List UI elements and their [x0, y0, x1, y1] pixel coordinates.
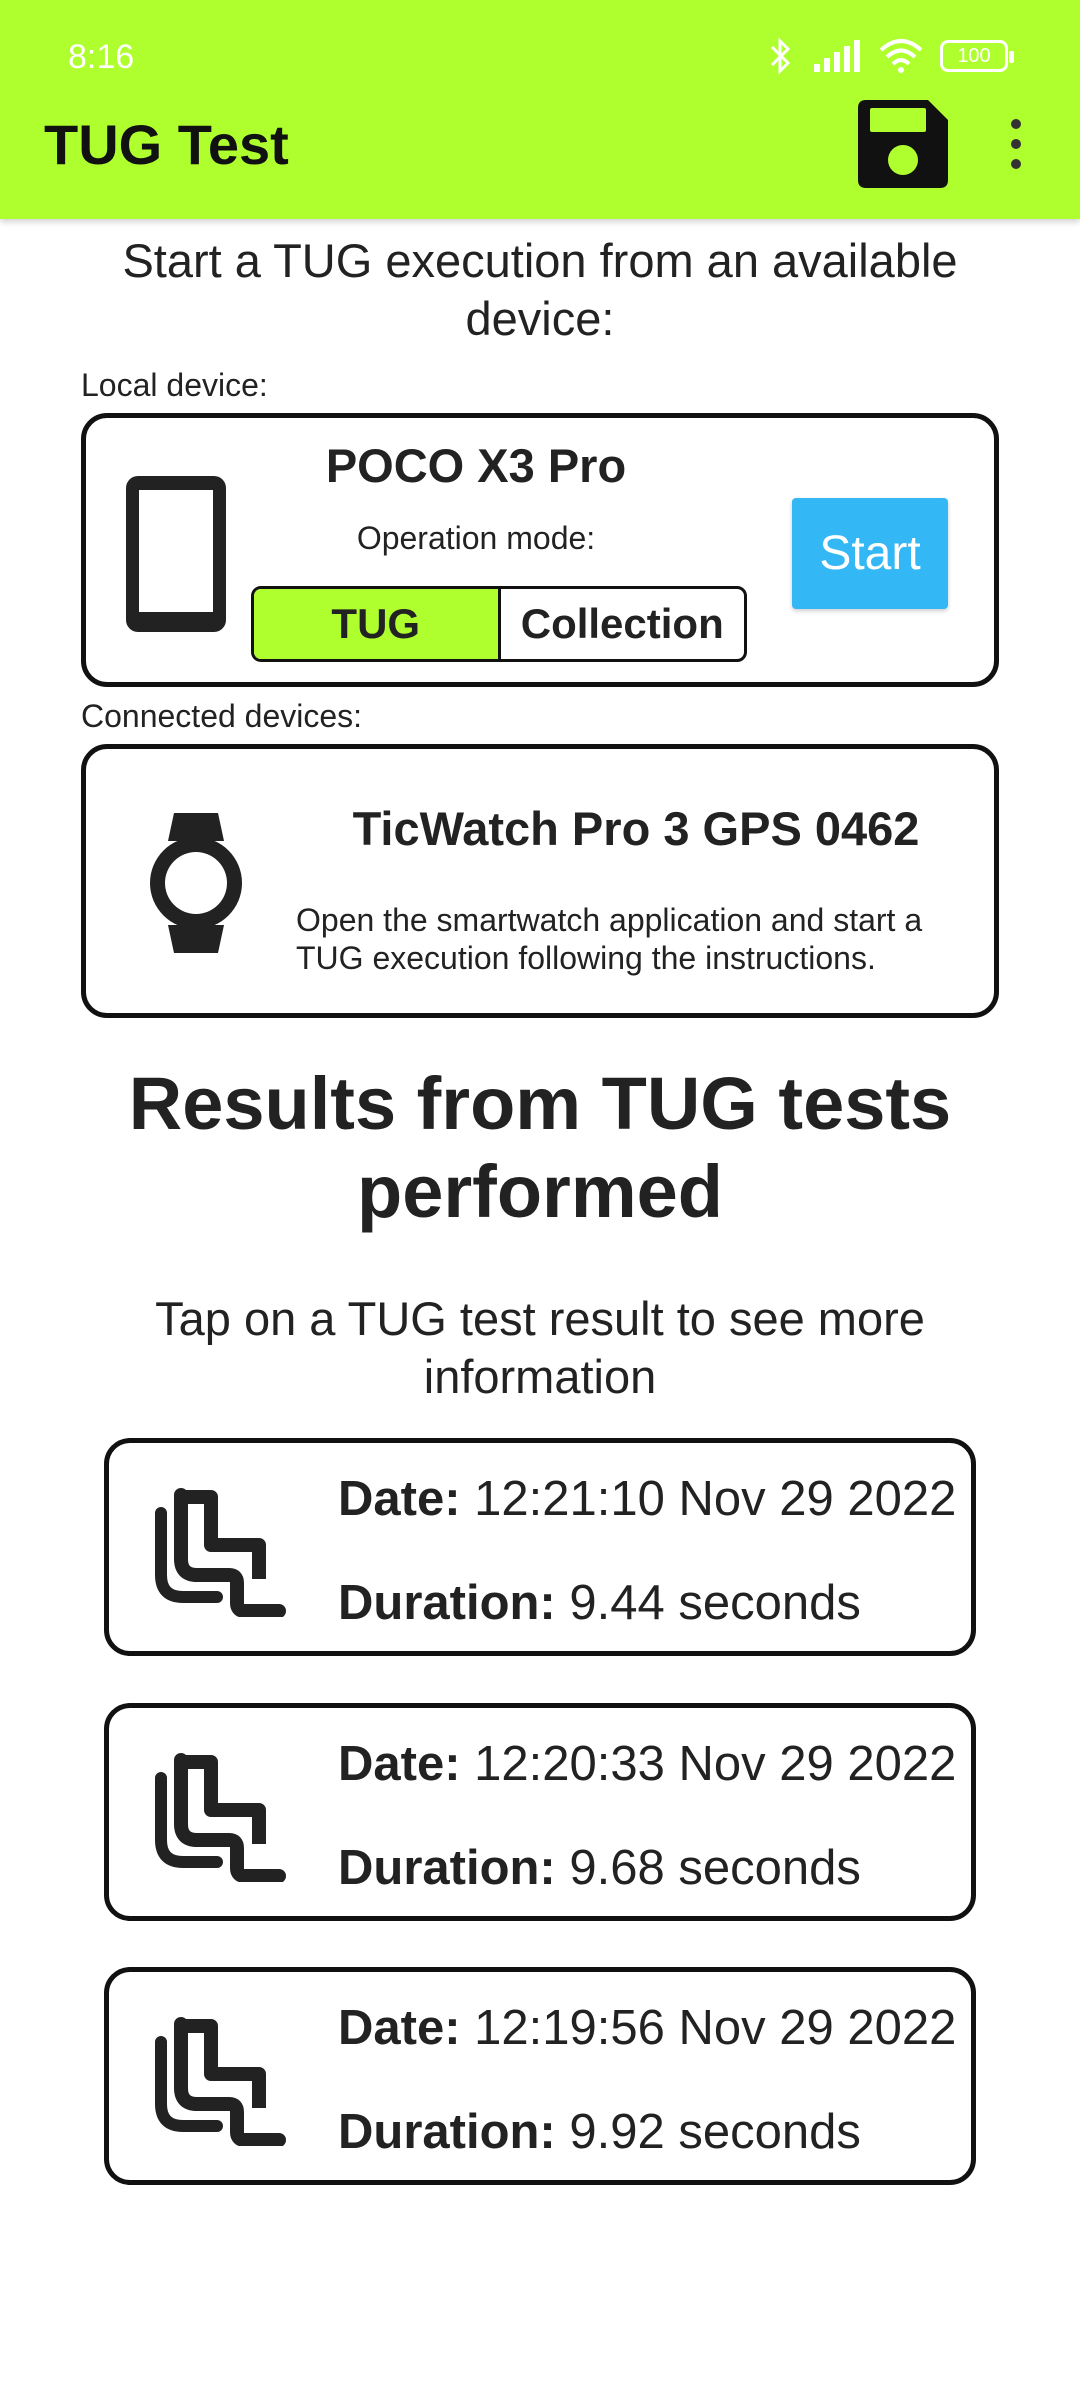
intro-text: Start a TUG execution from an available …: [122, 234, 958, 345]
operation-mode-toggle[interactable]: TUG Collection: [251, 586, 747, 662]
start-button[interactable]: Start: [792, 498, 948, 609]
chair-icon: [155, 1488, 286, 1617]
result-date: Date: 12:19:56 Nov 29 2022: [338, 2001, 957, 2055]
local-device-card: POCO X3 Pro Operation mode: TUG Collecti…: [81, 413, 999, 687]
local-device-name: POCO X3 Pro: [325, 439, 627, 492]
more-vert-icon[interactable]: [1002, 118, 1030, 170]
connected-device-instructions: Open the smartwatch application and star…: [296, 902, 923, 976]
mode-option-collection[interactable]: Collection: [501, 589, 745, 659]
operation-mode-label: Operation mode:: [356, 520, 596, 556]
save-icon[interactable]: [858, 100, 948, 188]
connected-device-name: TicWatch Pro 3 GPS 0462: [352, 802, 920, 855]
chair-icon: [155, 2017, 286, 2146]
mode-option-tug[interactable]: TUG: [254, 589, 501, 659]
result-item[interactable]: Date: 12:19:56 Nov 29 2022 Duration: 9.9…: [104, 1967, 976, 2185]
result-date: Date: 12:20:33 Nov 29 2022: [338, 1737, 957, 1791]
chair-icon: [155, 1753, 286, 1882]
results-hint: Tap on a TUG test result to see more inf…: [155, 1292, 925, 1403]
battery-level: 100: [957, 45, 991, 67]
watch-icon: [150, 813, 242, 953]
status-icons: 100: [766, 36, 1014, 76]
result-duration: Duration: 9.44 seconds: [338, 1576, 861, 1630]
result-duration: Duration: 9.92 seconds: [338, 2105, 861, 2159]
app-title: TUG Test: [44, 113, 289, 176]
battery-icon: 100: [940, 40, 1014, 72]
results-title: Results from TUG tests performed: [128, 1062, 952, 1233]
phone-icon: [126, 476, 226, 632]
connected-devices-label: Connected devices:: [81, 698, 363, 734]
result-item[interactable]: Date: 12:20:33 Nov 29 2022 Duration: 9.6…: [104, 1703, 976, 1921]
app-bar: 8:16 100 TUG Test: [0, 0, 1080, 219]
result-duration: Duration: 9.68 seconds: [338, 1841, 861, 1895]
connected-device-card[interactable]: TicWatch Pro 3 GPS 0462 Open the smartwa…: [81, 744, 999, 1018]
result-item[interactable]: Date: 12:21:10 Nov 29 2022 Duration: 9.4…: [104, 1438, 976, 1656]
signal-icon: [814, 40, 860, 72]
wifi-icon: [879, 39, 923, 73]
status-time: 8:16: [68, 38, 135, 76]
result-date: Date: 12:21:10 Nov 29 2022: [338, 1472, 957, 1526]
bluetooth-icon: [770, 37, 791, 75]
local-device-label: Local device:: [81, 367, 268, 403]
